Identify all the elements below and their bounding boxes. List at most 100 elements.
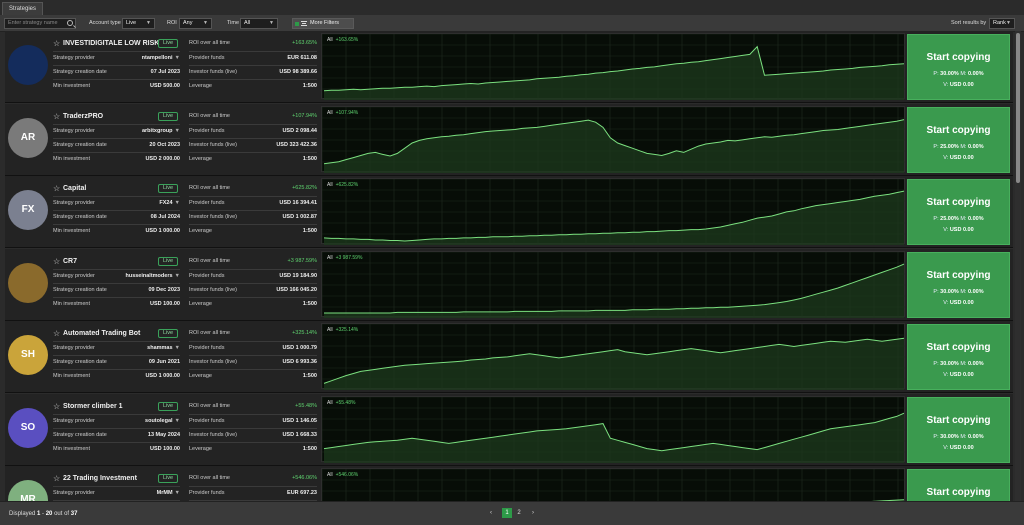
strategy-name[interactable]: CR7 [63, 258, 77, 266]
leverage-row: Leverage 1:500 [189, 441, 317, 455]
strategy-name[interactable]: Automated Trading Bot [63, 330, 140, 338]
account-type-select[interactable]: Live ▼ [122, 18, 155, 29]
start-copying-button[interactable]: Start copying P: 30.00% M: 0.00% V: USD 0.… [907, 396, 1010, 463]
tab-bar: Strategies [0, 0, 1024, 15]
provider-value[interactable]: ntampelloni ▼ [142, 52, 180, 64]
avatar[interactable]: MR [8, 480, 48, 501]
favorite-star-icon[interactable]: ☆ [53, 475, 60, 483]
chevron-down-icon: ▼ [174, 272, 180, 279]
performance-chart[interactable]: All +325.14% [321, 323, 906, 390]
page-2-button[interactable]: 2 [514, 508, 524, 518]
provider-value[interactable]: arbitxgroup ▼ [142, 125, 180, 137]
min-investment-row: Min investment USD 1 000.00 [53, 369, 180, 382]
performance-chart[interactable]: All +163.65% [321, 33, 906, 100]
filter-icon [301, 21, 307, 26]
provider-value[interactable]: shammas ▼ [147, 342, 180, 354]
strategy-row[interactable]: AR ☆ TraderzPRO Live Strategy provider arbitx… [5, 103, 1013, 176]
investor-funds-label: Investor funds (live) [189, 359, 237, 365]
provider-funds-value: USD 16 394.41 [279, 200, 317, 206]
volume-fee-line: V: USD 0.00 [943, 154, 974, 161]
account-type-label: Account type [89, 20, 121, 26]
search-input[interactable]: Enter strategy name [4, 18, 76, 29]
fee-line: P: 30.00% M: 0.00% [933, 288, 984, 295]
sort-select[interactable]: Rank ▼ [989, 18, 1015, 29]
chevron-down-icon: ▼ [146, 20, 151, 26]
prev-page-button[interactable]: ‹ [486, 508, 496, 518]
favorite-star-icon[interactable]: ☆ [53, 112, 60, 121]
roi-value: +107.94% [292, 112, 317, 119]
chart-label: All +3 987.59% [327, 254, 363, 261]
strategy-row[interactable]: FX ☆ Capital Live Strategy provider FX24 ▼ Stra… [5, 176, 1013, 248]
avatar[interactable]: SH [8, 335, 48, 375]
tab-strategies[interactable]: Strategies [2, 2, 44, 15]
leverage-label: Leverage [189, 373, 212, 379]
start-copying-button[interactable]: Start copying P: 30.00% M: 0.00% V: USD 0.… [907, 324, 1010, 390]
investor-funds-value: USD 98 389.66 [279, 69, 317, 75]
chart-area [324, 191, 904, 245]
investor-funds-row: Investor funds (live) USD 166 045.20 [189, 282, 317, 296]
roi-value: +163.65% [292, 40, 317, 46]
favorite-star-icon[interactable]: ☆ [53, 402, 60, 411]
chevron-down-icon: ▼ [174, 127, 180, 134]
roi-row: ROI over all time +107.94% [189, 110, 317, 123]
min-investment-label: Min investment [53, 300, 90, 307]
more-filters-button[interactable]: More Filters [292, 18, 354, 29]
creation-date-value: 07 Jul 2023 [150, 69, 180, 75]
provider-funds-value: USD 1 146.05 [282, 417, 317, 424]
avatar[interactable]: SO [8, 407, 48, 448]
favorite-star-icon[interactable]: ☆ [53, 257, 60, 266]
strategy-name[interactable]: TraderzPRO [63, 113, 103, 121]
strategy-row[interactable]: MR ☆ 22 Trading Investment Live Strategy pro… [5, 466, 1013, 501]
search-icon[interactable] [67, 20, 73, 26]
performance-chart[interactable]: All +107.94% [321, 105, 906, 173]
scrollbar-thumb[interactable] [1016, 33, 1020, 183]
provider-funds-label: Provider funds [189, 490, 225, 496]
page-1-button[interactable]: 1 [502, 508, 512, 518]
leverage-row: Leverage 1:500 [189, 151, 317, 165]
investor-funds-label: Investor funds (live) [189, 141, 237, 148]
strategy-row[interactable]: SH ☆ Automated Trading Bot Live Strategy pro… [5, 321, 1013, 393]
strategy-name[interactable]: INVESTIDIGITALE LOW RISK [63, 40, 159, 48]
provider-value[interactable]: FX24 ▼ [159, 197, 180, 209]
performance-chart[interactable]: All +55.48% [321, 395, 906, 463]
start-copying-button[interactable]: Start copying P: 25.00% M: 0.00% V: USD 0.… [907, 179, 1010, 245]
strategy-row[interactable]: ☆ INVESTIDIGITALE LOW RISK Live Strategy pr… [5, 31, 1013, 103]
strategy-name[interactable]: Stormer climber 1 [63, 403, 123, 411]
favorite-star-icon[interactable]: ☆ [53, 40, 60, 48]
provider-value[interactable]: soutolegal ▼ [145, 415, 180, 427]
performance-chart[interactable]: All +625.82% [321, 178, 906, 245]
favorite-star-icon[interactable]: ☆ [53, 330, 60, 338]
next-page-button[interactable]: › [528, 508, 538, 518]
leverage-label: Leverage [189, 83, 212, 89]
start-copying-button[interactable]: Start copyingP: M: V: [907, 469, 1010, 501]
provider-value[interactable]: MrMM ▼ [157, 487, 180, 499]
provider-row: Strategy provider MrMM ▼ [53, 486, 180, 499]
live-badge: Live [158, 474, 178, 483]
investor-funds-row: Investor funds (live) USD 323 422.36 [189, 137, 317, 151]
provider-funds-label: Provider funds [189, 127, 225, 134]
avatar[interactable] [8, 45, 48, 85]
strategy-row[interactable]: ☆ CR7 Live Strategy provider husseinaltmoder… [5, 248, 1013, 321]
avatar[interactable]: FX [8, 190, 48, 230]
provider-funds-value: EUR 611.08 [287, 55, 317, 61]
strategy-name[interactable]: 22 Trading Investment [63, 475, 137, 483]
time-select[interactable]: All ▼ [240, 18, 278, 29]
strategy-row[interactable]: SO ☆ Stormer climber 1 Live Strategy provide… [5, 393, 1013, 466]
performance-chart[interactable]: All +3 987.59% [321, 250, 906, 318]
chart-area [324, 46, 904, 100]
strategy-name[interactable]: Capital [63, 185, 86, 193]
favorite-star-icon[interactable]: ☆ [53, 185, 60, 193]
avatar[interactable]: AR [8, 117, 48, 158]
performance-chart[interactable]: All +546.06% [321, 468, 906, 501]
avatar[interactable] [8, 262, 48, 303]
start-copying-button[interactable]: Start copying P: 25.00% M: 0.00% V: USD 0.… [907, 106, 1010, 173]
scrollbar[interactable] [1015, 31, 1021, 501]
range-separator: - [42, 511, 45, 517]
investor-funds-row: Investor funds (live) USD 6 993.36 [189, 355, 317, 368]
sort-label: Sort results by [951, 20, 987, 26]
start-copying-button[interactable]: Start copying P: 30.00% M: 0.00% V: USD 0.… [907, 34, 1010, 100]
start-copying-button[interactable]: Start copying P: 30.00% M: 0.00% V: USD 0.… [907, 251, 1010, 318]
roi-select[interactable]: Any ▼ [179, 18, 212, 29]
roi-value: +325.14% [292, 330, 317, 336]
provider-value[interactable]: husseinaltmoders ▼ [125, 270, 180, 282]
